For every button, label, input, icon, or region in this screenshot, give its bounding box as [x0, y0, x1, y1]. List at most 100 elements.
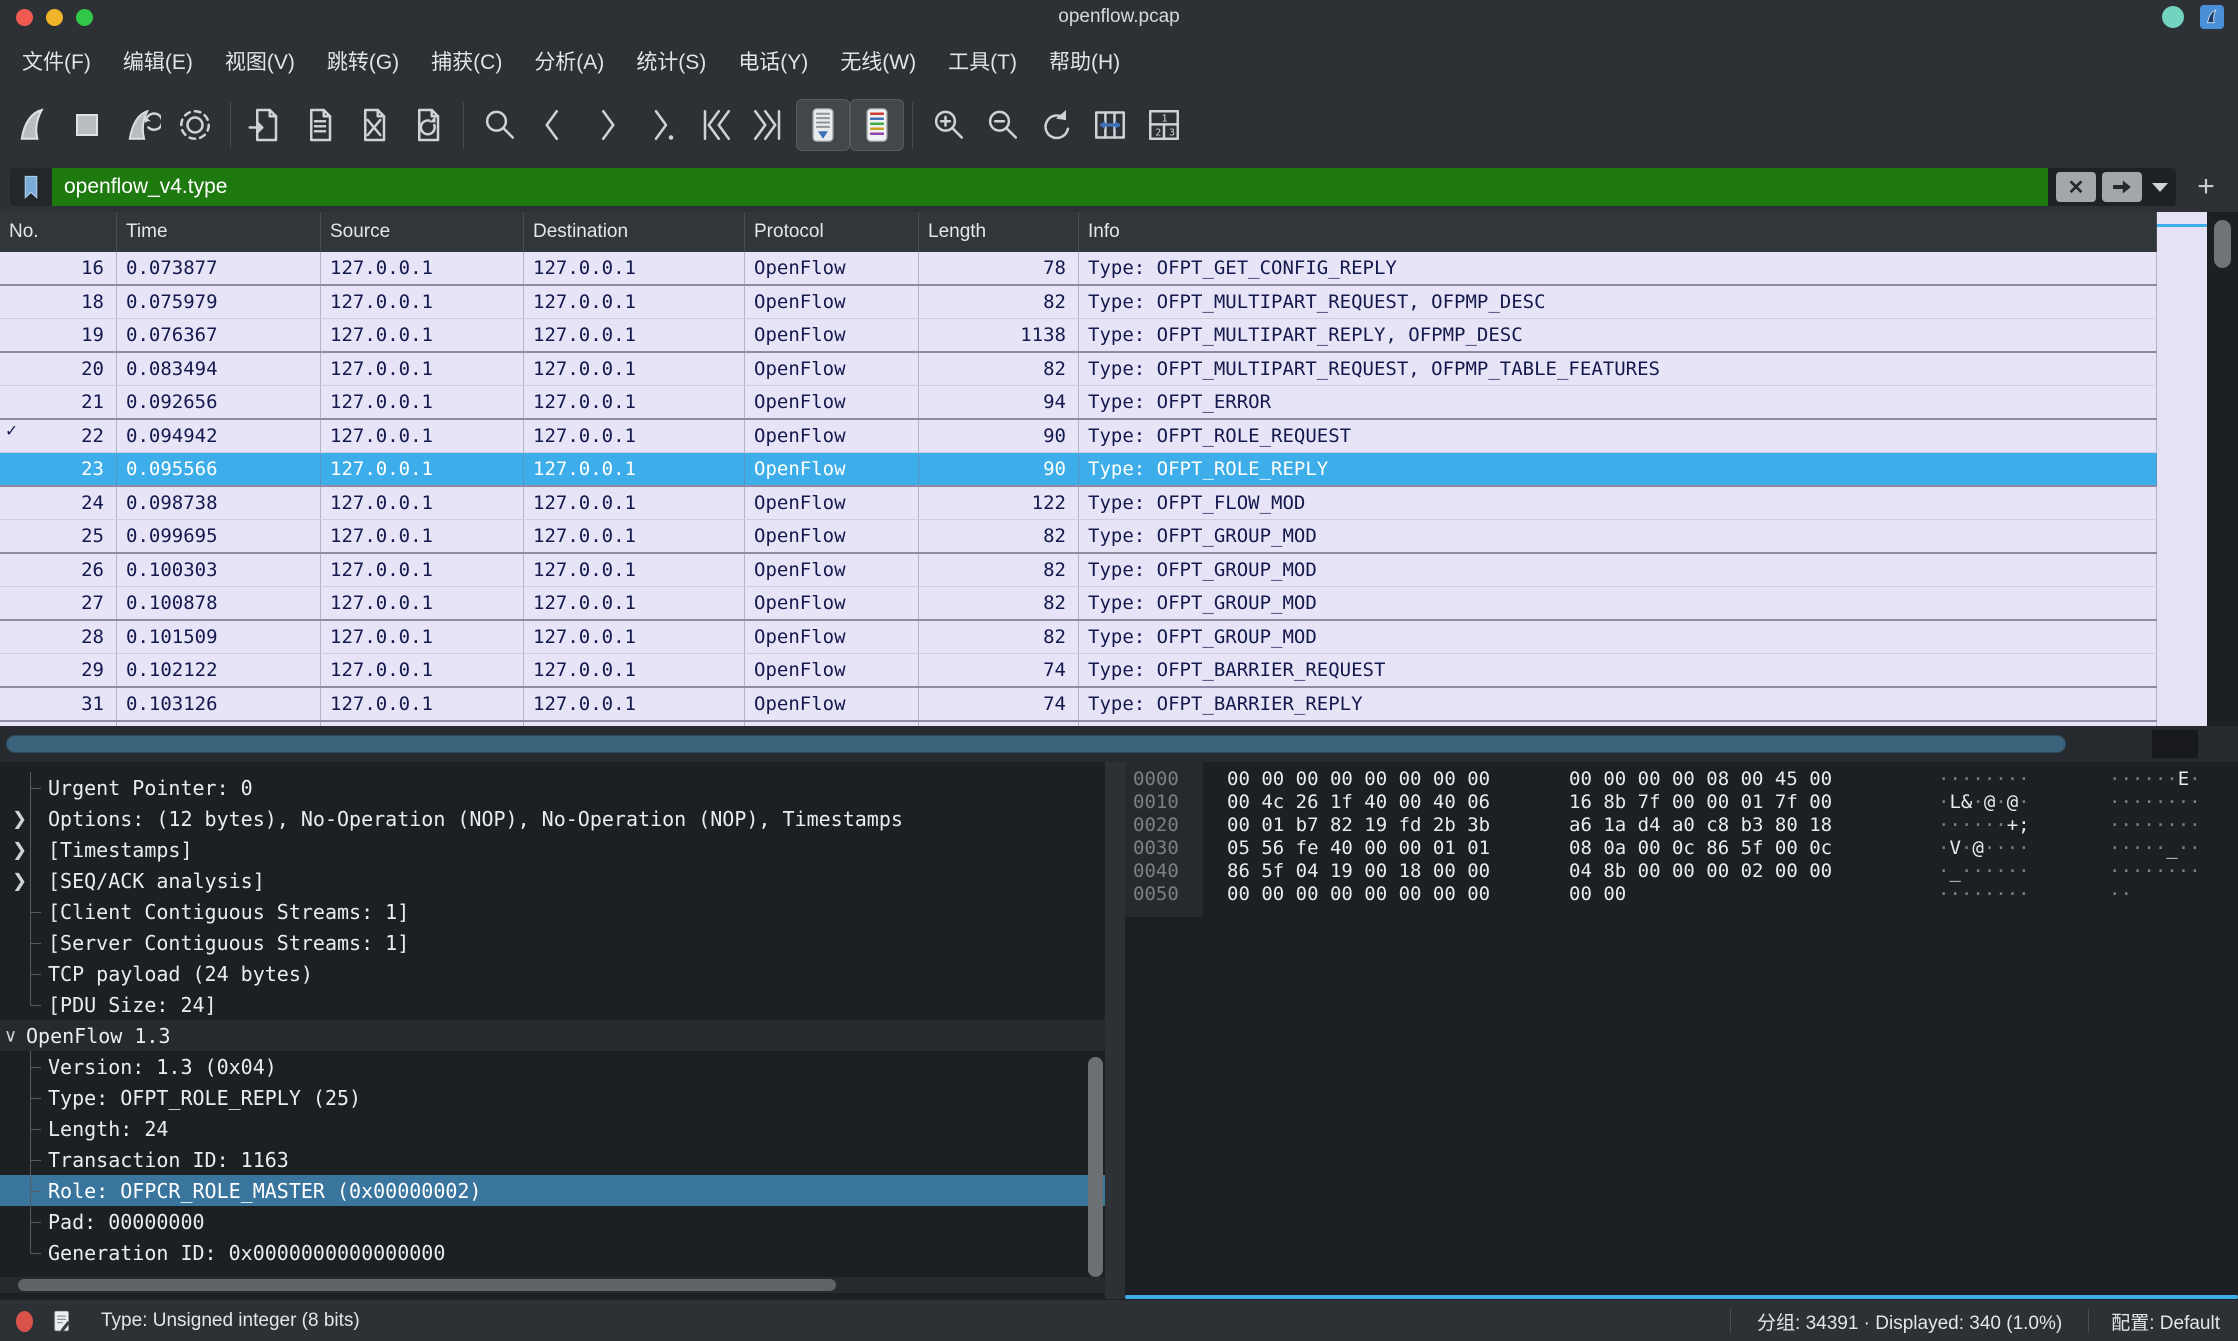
expand-expander-icon[interactable]: ❯ [12, 870, 27, 891]
packet-row[interactable]: 280.101509127.0.0.1127.0.0.1OpenFlow82Ty… [0, 621, 2157, 654]
menu-item[interactable]: 分析(A) [518, 38, 620, 84]
detail-row[interactable]: ❯[Timestamps] [0, 834, 1105, 865]
packet-list-minimap[interactable] [2157, 212, 2207, 762]
packet-list-vscrollbar[interactable] [2207, 212, 2238, 762]
detail-row[interactable]: Generation ID: 0x0000000000000000 [0, 1237, 1105, 1268]
zoom-in-button[interactable] [921, 99, 975, 151]
start-capture-button[interactable] [6, 99, 60, 151]
find-packet-button[interactable] [472, 99, 526, 151]
detail-hscrollbar[interactable] [0, 1277, 1105, 1293]
hscroll-thumb[interactable] [6, 735, 2066, 753]
packet-row[interactable]: 260.100303127.0.0.1127.0.0.1OpenFlow82Ty… [0, 554, 2157, 587]
detail-hscroll-thumb[interactable] [18, 1279, 836, 1291]
packet-row[interactable]: 270.100878127.0.0.1127.0.0.1OpenFlow82Ty… [0, 587, 2157, 621]
packet-row[interactable]: 200.083494127.0.0.1127.0.0.1OpenFlow82Ty… [0, 353, 2157, 386]
status-bar: Type: Unsigned integer (8 bits) 分组: 3439… [0, 1299, 2238, 1341]
menu-item[interactable]: 跳转(G) [311, 38, 415, 84]
menu-item[interactable]: 无线(W) [824, 38, 932, 84]
detail-row[interactable]: [PDU Size: 24] [0, 989, 1105, 1020]
filter-clear-button[interactable]: ✕ [2056, 172, 2096, 202]
packet-row[interactable]: 240.098738127.0.0.1127.0.0.1OpenFlow122T… [0, 487, 2157, 520]
pane-divider[interactable] [1105, 762, 1125, 1299]
hex-row[interactable]: 004086 5f 04 19 00 18 00 0004 8b 00 00 0… [1125, 859, 2201, 882]
menu-item[interactable]: 电话(Y) [722, 38, 824, 84]
column-header-no[interactable]: No. [0, 212, 117, 252]
detail-row[interactable]: Transaction ID: 1163 [0, 1144, 1105, 1175]
go-forward-button[interactable] [580, 99, 634, 151]
open-file-button[interactable] [239, 99, 293, 151]
resize-columns-button[interactable] [1083, 99, 1137, 151]
detail-row[interactable]: Length: 24 [0, 1113, 1105, 1144]
last-packet-button[interactable] [742, 99, 796, 151]
filter-apply-button[interactable] [2102, 172, 2142, 202]
menu-item[interactable]: 帮助(H) [1033, 38, 1136, 84]
detail-row[interactable]: Version: 1.3 (0x04) [0, 1051, 1105, 1082]
menu-item[interactable]: 编辑(E) [107, 38, 209, 84]
reload-file-button[interactable] [401, 99, 455, 151]
detail-row[interactable]: Role: OFPCR_ROLE_MASTER (0x00000002) [0, 1175, 1105, 1206]
restart-capture-button[interactable] [114, 99, 168, 151]
capture-comment-icon[interactable] [49, 1308, 75, 1334]
tree-guide-line [30, 1237, 31, 1253]
column-header-protocol[interactable]: Protocol [745, 212, 919, 252]
detail-row[interactable]: Urgent Pointer: 0 [0, 772, 1105, 803]
reset-layout-button[interactable] [1137, 99, 1191, 151]
go-to-packet-button[interactable] [634, 99, 688, 151]
menu-item[interactable]: 工具(T) [932, 38, 1033, 84]
packet-row[interactable]: 290.102122127.0.0.1127.0.0.1OpenFlow74Ty… [0, 654, 2157, 688]
packet-row[interactable]: 310.103126127.0.0.1127.0.0.1OpenFlow74Ty… [0, 688, 2157, 722]
expand-expander-icon[interactable]: ❯ [12, 808, 27, 829]
save-file-button[interactable] [293, 99, 347, 151]
filter-dropdown-caret[interactable] [2152, 183, 2168, 192]
menu-item[interactable]: 文件(F) [6, 38, 107, 84]
stop-capture-button[interactable] [60, 99, 114, 151]
packet-row[interactable]: 180.075979127.0.0.1127.0.0.1OpenFlow82Ty… [0, 286, 2157, 319]
packet-row[interactable]: 250.099695127.0.0.1127.0.0.1OpenFlow82Ty… [0, 520, 2157, 554]
packet-row[interactable]: 210.092656127.0.0.1127.0.0.1OpenFlow94Ty… [0, 386, 2157, 420]
detail-row[interactable]: ❯[SEQ/ACK analysis] [0, 865, 1105, 896]
detail-row[interactable]: Type: OFPT_ROLE_REPLY (25) [0, 1082, 1105, 1113]
packet-row[interactable]: 230.095566127.0.0.1127.0.0.1OpenFlow90Ty… [0, 453, 2157, 487]
detail-row[interactable]: Pad: 00000000 [0, 1206, 1105, 1237]
hex-row[interactable]: 001000 4c 26 1f 40 00 40 0616 8b 7f 00 0… [1125, 790, 2201, 813]
packet-list-hscrollbar[interactable] [0, 726, 2238, 762]
display-filter-input[interactable] [52, 168, 2048, 206]
detail-row[interactable]: TCP payload (24 bytes) [0, 958, 1105, 989]
column-header-source[interactable]: Source [321, 212, 524, 252]
column-header-info[interactable]: Info [1079, 212, 2157, 252]
detail-row[interactable]: [Client Contiguous Streams: 1] [0, 896, 1105, 927]
auto-scroll-button[interactable] [796, 99, 850, 151]
menu-item[interactable]: 统计(S) [620, 38, 722, 84]
capture-options-button[interactable] [168, 99, 222, 151]
column-header-length[interactable]: Length [919, 212, 1079, 252]
colorize-button[interactable] [850, 99, 904, 151]
hex-row[interactable]: 000000 00 00 00 00 00 00 0000 00 00 00 0… [1125, 767, 2201, 790]
close-file-button[interactable] [347, 99, 401, 151]
menu-item[interactable]: 视图(V) [209, 38, 311, 84]
detail-vscrollbar-thumb[interactable] [1088, 1057, 1103, 1277]
detail-row[interactable]: ❯Options: (12 bytes), No-Operation (NOP)… [0, 803, 1105, 834]
go-back-button[interactable] [526, 99, 580, 151]
packet-row[interactable]: 190.076367127.0.0.1127.0.0.1OpenFlow1138… [0, 319, 2157, 353]
add-filter-button[interactable]: + [2184, 167, 2228, 207]
column-header-time[interactable]: Time [117, 212, 321, 252]
column-header-destination[interactable]: Destination [524, 212, 745, 252]
filter-bookmark-button[interactable] [10, 168, 52, 206]
profile-text[interactable]: 配置: Default [2089, 1308, 2238, 1335]
collapse-expander-icon[interactable]: ∨ [4, 1025, 17, 1046]
detail-row[interactable]: ∨OpenFlow 1.3 [0, 1020, 1105, 1051]
packet-row[interactable]: 160.073877127.0.0.1127.0.0.1OpenFlow78Ty… [0, 252, 2157, 286]
hex-row[interactable]: 005000 00 00 00 00 00 00 0000 00········… [1125, 882, 2201, 905]
hex-row[interactable]: 002000 01 b7 82 19 fd 2b 3ba6 1a d4 a0 c… [1125, 813, 2201, 836]
first-packet-button[interactable] [688, 99, 742, 151]
vscroll-thumb[interactable] [2214, 220, 2231, 268]
zoom-out-button[interactable] [975, 99, 1029, 151]
hex-row[interactable]: 003005 56 fe 40 00 00 01 0108 0a 00 0c 8… [1125, 836, 2201, 859]
expert-info-icon[interactable] [16, 1311, 33, 1332]
packet-row[interactable]: 220.094942127.0.0.1127.0.0.1OpenFlow90Ty… [0, 420, 2157, 453]
detail-row[interactable]: [Server Contiguous Streams: 1] [0, 927, 1105, 958]
menu-item[interactable]: 捕获(C) [415, 38, 518, 84]
zoom-reset-button[interactable] [1029, 99, 1083, 151]
expand-expander-icon[interactable]: ❯ [12, 839, 27, 860]
packet-cell: 127.0.0.1 [321, 554, 524, 586]
